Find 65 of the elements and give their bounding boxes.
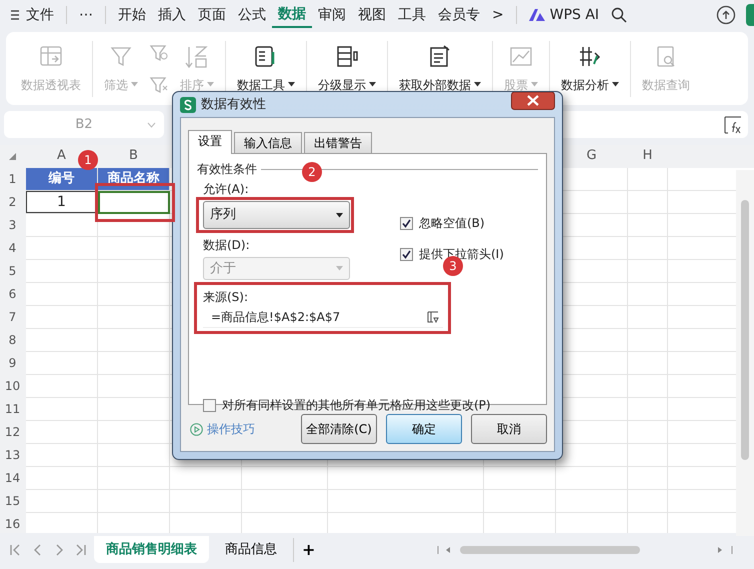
menu-icon [10,9,20,22]
dialog-tab[interactable]: 出错警告 [304,132,372,153]
field-label: 允许(A): [203,182,249,196]
dialog-tab[interactable]: 输入信息 [234,132,302,153]
menu-tab[interactable]: 开始 [112,1,152,29]
sheet-tab[interactable]: 商品信息 [213,536,289,564]
caret-icon [336,212,343,218]
range-picker-icon[interactable] [427,310,439,322]
menu-tab[interactable]: 会员专 [432,1,486,29]
ai-button[interactable]: WPS AI [522,1,606,29]
table-cell[interactable]: 1 [26,191,97,213]
table-cell[interactable]: 编号 [26,168,97,190]
caret-icon [336,266,343,271]
menu-tab[interactable]: 页面 [192,1,232,29]
close-icon[interactable] [511,92,555,110]
ribbon-button[interactable]: 数据工具 [232,44,300,94]
play-icon [190,422,203,436]
selected-cell[interactable] [98,191,170,214]
first-sheet-icon[interactable] [9,542,21,556]
menu-tab[interactable]: 审阅 [312,1,352,29]
column-header[interactable]: H [642,146,652,166]
sort-icon [184,44,210,70]
chevron-icon [147,122,156,128]
add-sheet-button[interactable]: + [293,538,324,562]
field-label: 数据(D): [203,238,250,252]
ribbon-button[interactable]: 分级显示 [313,44,381,94]
app-icon [180,96,196,112]
scroll-tabs-button[interactable]: > [486,1,510,29]
cloud-upload-icon[interactable] [716,5,736,25]
dialog-button[interactable]: 确定 [386,414,462,444]
menu-tab[interactable]: 公式 [232,1,272,29]
tips-link[interactable]: 操作技巧 [190,420,255,438]
last-sheet-icon[interactable] [75,542,87,556]
ribbon-button[interactable]: 数据分析 [556,44,624,94]
menu-tab[interactable]: 视图 [352,1,392,29]
select-all-icon[interactable] [9,152,16,160]
menu-tab[interactable]: 工具 [392,1,432,29]
checkbox-label[interactable]: 忽略空值(B) [419,214,485,232]
check-icon [402,250,411,258]
column-header[interactable]: A [57,146,66,166]
dialog-tab[interactable]: 设置 [188,130,232,154]
checkbox[interactable] [400,248,413,260]
checkbox-label[interactable]: 对所有同样设置的其他所有单元格应用这些更改(P) [222,396,491,414]
function-icon[interactable] [724,116,742,134]
column-header[interactable]: G [586,146,597,166]
checkbox[interactable] [400,216,413,230]
section-title: 有效性条件 [197,161,257,178]
menu-tab[interactable]: 插入 [152,1,192,29]
search-icon[interactable] [611,7,628,23]
vertical-scrollbar[interactable] [736,170,754,536]
dialog-button[interactable]: 全部清除(C) [301,414,377,444]
logo-icon [528,9,545,22]
sheet-tab[interactable]: 商品销售明细表 [94,536,209,564]
allow-dropdown[interactable]: 序列 [203,201,350,229]
check-icon [402,218,411,228]
field-label: 来源(S): [203,289,250,306]
scroll-thumb[interactable] [741,200,749,460]
column-header[interactable]: B [129,146,138,166]
dialog-button[interactable]: 取消 [471,414,547,444]
menu-tab[interactable]: 数据 [272,2,312,28]
dialog-title: 数据有效性 [201,96,266,114]
file-menu[interactable]: 文件 [4,1,60,29]
checkbox[interactable] [203,398,216,412]
more-button[interactable]: ⋯ [73,1,99,29]
ribbon-button[interactable]: 获取外部数据 [394,44,486,94]
